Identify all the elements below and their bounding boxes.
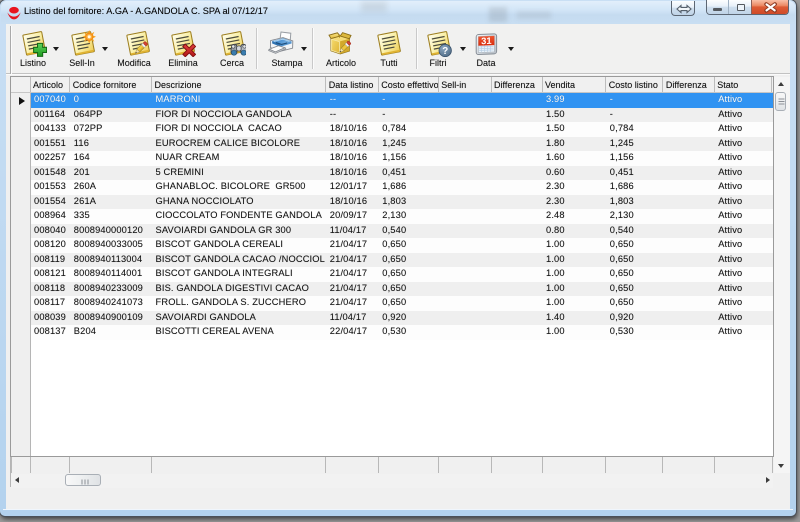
svg-text:?: ? [442,46,448,57]
svg-text:31: 31 [481,35,491,46]
